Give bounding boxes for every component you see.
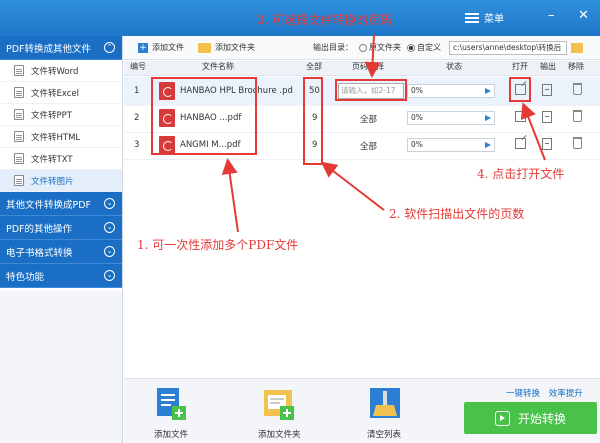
annotation-page-select: 3. 可选择文件转换的页码 xyxy=(257,13,393,27)
start-convert-button[interactable]: 开始转换 xyxy=(464,402,597,434)
arrow-to-open-button xyxy=(520,102,546,161)
broom-icon[interactable] xyxy=(368,386,402,422)
annotation-open-file: 4. 点击打开文件 xyxy=(477,167,565,181)
annotation-add-multiple: 1. 可一次性添加多个PDF文件 xyxy=(137,238,299,252)
arrow-to-file-names xyxy=(221,158,239,233)
add-folder-large-label: 添加文件夹 xyxy=(258,430,301,440)
efficiency-links: 一键转换 效率提升 xyxy=(506,387,583,399)
arrow-to-page-input xyxy=(364,33,381,78)
add-file-large-label: 添加文件 xyxy=(154,430,189,440)
bottom-bar: 添加文件 添加文件夹 清空列表 一键转换 效率提升 开始转换 xyxy=(124,378,600,443)
one-click-link[interactable]: 一键转换 xyxy=(506,389,540,399)
add-folder-large-icon[interactable] xyxy=(262,386,296,422)
start-convert-label: 开始转换 xyxy=(517,411,566,426)
add-file-large-icon[interactable] xyxy=(154,386,188,422)
play-icon xyxy=(494,410,510,426)
annotation-page-scan: 2. 软件扫描出文件的页数 xyxy=(389,207,525,221)
efficiency-link[interactable]: 效率提升 xyxy=(549,389,583,399)
clear-list-label: 清空列表 xyxy=(367,430,402,440)
arrow-to-page-counts xyxy=(320,161,385,211)
